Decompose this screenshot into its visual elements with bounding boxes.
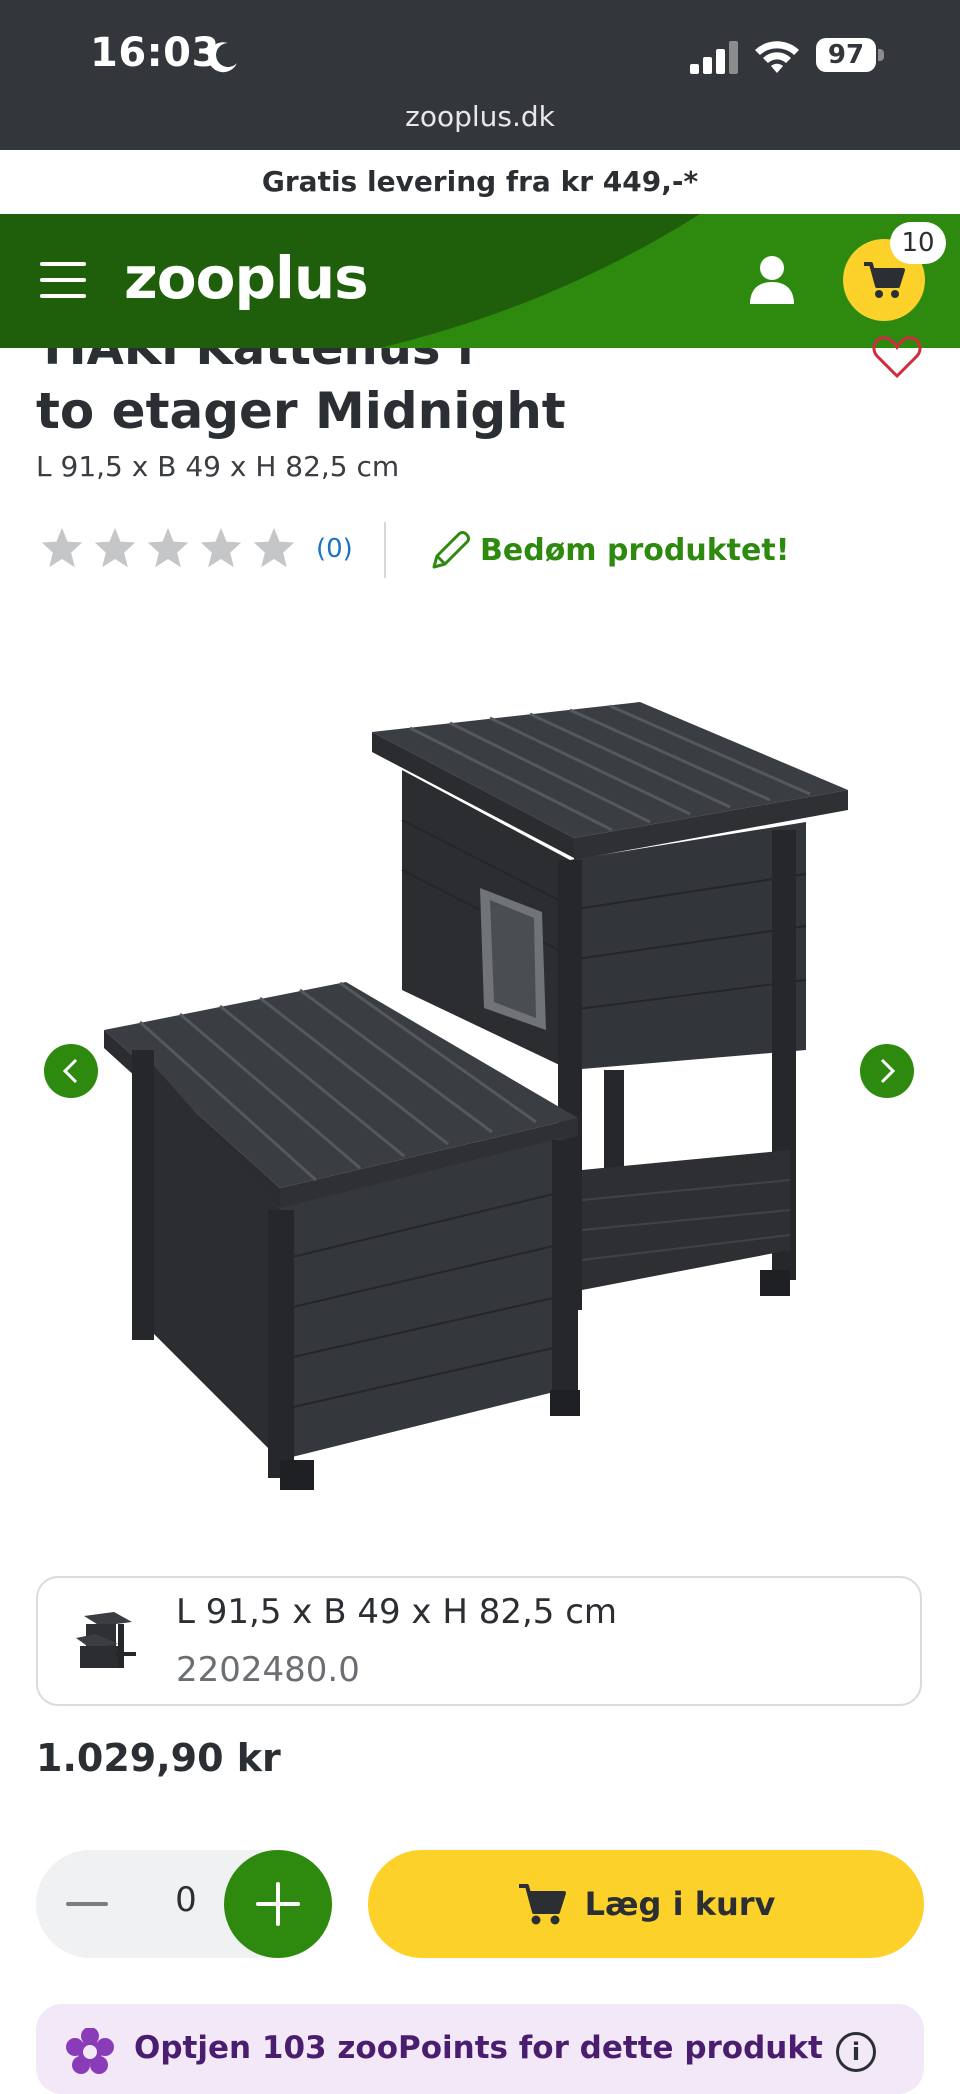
status-bar: 16:03 97 zooplus.dk bbox=[0, 0, 960, 150]
product-title-line1: TIAKI Kattehus i bbox=[36, 348, 474, 376]
product-image bbox=[104, 702, 848, 1490]
star-icon bbox=[41, 527, 83, 568]
battery-tip bbox=[878, 49, 884, 61]
zooplus-logo[interactable]: zooplus bbox=[124, 244, 369, 312]
star-icon bbox=[253, 527, 295, 568]
url-bar[interactable]: zooplus.dk bbox=[0, 100, 960, 133]
info-icon[interactable]: i bbox=[836, 2032, 876, 2072]
signal-icon bbox=[690, 41, 738, 74]
product-price: 1.029,90 kr bbox=[36, 1736, 281, 1780]
status-time: 16:03 bbox=[90, 30, 220, 76]
battery-level: 97 bbox=[816, 38, 876, 72]
variant-selector[interactable]: L 91,5 x B 49 x H 82,5 cm 2202480.0 bbox=[36, 1576, 922, 1706]
wishlist-heart-icon[interactable] bbox=[872, 336, 922, 378]
zoopoints-text: Optjen 103 zooPoints for dette produkt bbox=[134, 2030, 823, 2066]
quantity-decrease-button[interactable] bbox=[66, 1902, 108, 1906]
rate-product-link[interactable]: Bedøm produktet! bbox=[428, 522, 789, 578]
menu-icon[interactable] bbox=[40, 262, 86, 298]
star-icon bbox=[147, 527, 189, 568]
rate-product-label: Bedøm produktet! bbox=[480, 532, 790, 568]
gallery-prev-button[interactable] bbox=[44, 1044, 98, 1098]
chevron-right-icon bbox=[880, 1058, 896, 1084]
variant-thumbnail bbox=[76, 1612, 136, 1668]
quantity-stepper: 0 bbox=[36, 1850, 332, 1958]
add-to-cart-button[interactable]: Læg i kurv bbox=[368, 1850, 924, 1958]
product-image-gallery[interactable] bbox=[0, 610, 960, 1530]
rating-divider bbox=[384, 522, 386, 578]
product-title: to etager Midnight bbox=[36, 382, 566, 440]
zoopoints-flower-icon bbox=[66, 2028, 114, 2074]
add-to-cart-label: Læg i kurv bbox=[584, 1885, 776, 1923]
star-icon bbox=[94, 527, 136, 568]
wifi-icon bbox=[755, 41, 799, 73]
quantity-increase-button[interactable] bbox=[224, 1850, 332, 1958]
variant-sku: 2202480.0 bbox=[176, 1650, 360, 1690]
product-dimensions: L 91,5 x B 49 x H 82,5 cm bbox=[36, 450, 400, 483]
battery-icon: 97 bbox=[816, 38, 886, 74]
review-count[interactable]: (0) bbox=[316, 534, 353, 564]
moon-icon bbox=[208, 42, 237, 73]
cart-count-badge: 10 bbox=[890, 222, 946, 264]
star-icon bbox=[200, 527, 242, 568]
pencil-icon bbox=[432, 531, 470, 569]
gallery-next-button[interactable] bbox=[860, 1044, 914, 1098]
chevron-left-icon bbox=[62, 1058, 78, 1084]
free-shipping-banner[interactable]: Gratis levering fra kr 449,-* bbox=[0, 150, 960, 214]
user-account-icon[interactable] bbox=[748, 254, 796, 304]
variant-dimensions: L 91,5 x B 49 x H 82,5 cm bbox=[176, 1592, 618, 1632]
zoopoints-banner[interactable]: Optjen 103 zooPoints for dette produkt i bbox=[36, 2004, 924, 2094]
quantity-value[interactable]: 0 bbox=[156, 1880, 216, 1920]
rating-stars[interactable] bbox=[40, 526, 305, 576]
cart-icon bbox=[518, 1884, 566, 1925]
cart-icon bbox=[864, 262, 905, 298]
